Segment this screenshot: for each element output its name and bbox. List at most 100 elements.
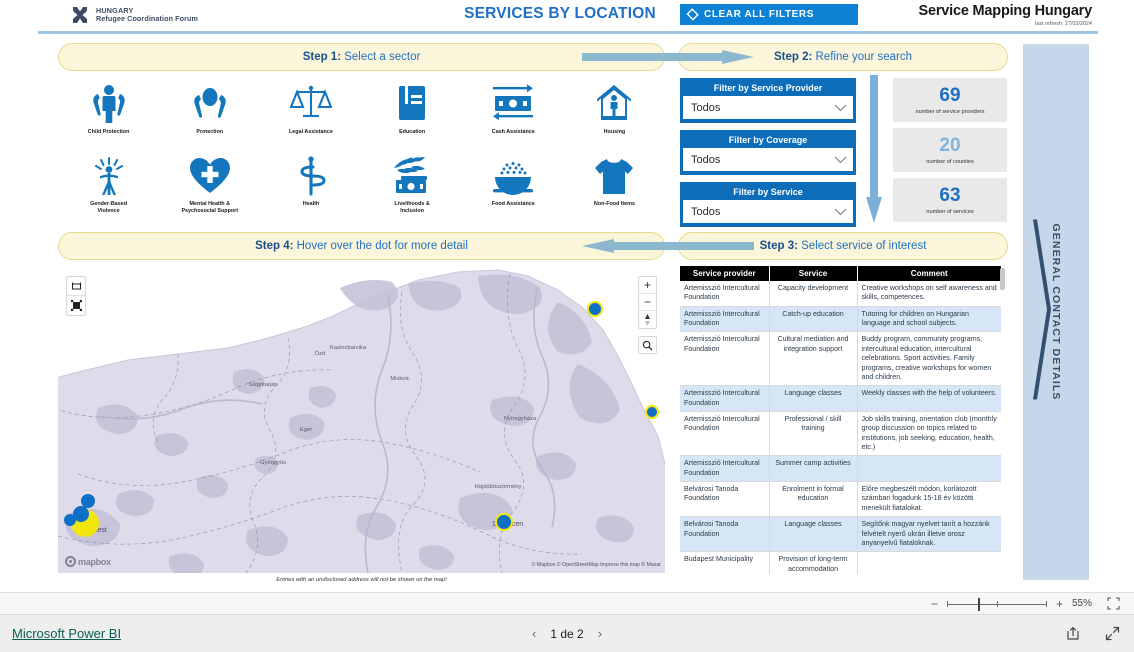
eraser-icon	[680, 7, 704, 22]
sector-label: Gender-Based Violence	[90, 201, 128, 214]
sector-label: Livelihoods & Inclusion	[394, 201, 430, 214]
map-marker-dot[interactable]	[64, 514, 76, 526]
sector-label: Housing	[603, 129, 626, 135]
livelihoods-icon	[394, 157, 428, 193]
cell-provider: Artemisszió Intercultural Foundation	[680, 331, 770, 387]
sector-gender-based-violence[interactable]: Gender-Based Violence	[58, 154, 159, 228]
table-header-row: Service provider Service Comment	[680, 266, 1001, 281]
table-scrollbar-thumb[interactable]	[1000, 268, 1005, 290]
zoom-in-button[interactable]: +	[1056, 598, 1063, 610]
map-marker-dot[interactable]	[647, 407, 657, 417]
map-search-button[interactable]	[638, 336, 657, 354]
table-row[interactable]: Artemisszió Intercultural Foundation Cul…	[680, 331, 1001, 387]
column-header-service[interactable]: Service	[769, 266, 858, 281]
map-pan-tool-button[interactable]	[67, 277, 85, 296]
filter-service-dropdown[interactable]: Todos	[683, 200, 853, 223]
education-icon	[399, 86, 426, 120]
table-row[interactable]: Artemisszió Intercultural Foundation Cat…	[680, 306, 1001, 333]
zoom-slider-thumb[interactable]	[977, 597, 980, 611]
services-table[interactable]: Service provider Service Comment Artemis…	[680, 266, 1008, 574]
cell-comment	[857, 455, 1001, 483]
table-row[interactable]: Belvárosi Tanoda Foundation Language cla…	[680, 516, 1001, 553]
sector-legal-assistance[interactable]: Legal Assistance	[260, 80, 361, 154]
service-location-map[interactable]: Salgótarján Kazincbarcika Ózd Miskolc Eg…	[58, 268, 665, 573]
table-row[interactable]: Artemisszió Intercultural Foundation Sum…	[680, 455, 1001, 483]
filter-coverage-dropdown[interactable]: Todos	[683, 148, 853, 171]
report-canvas: HUNGARY Refugee Coordination Forum SERVI…	[0, 0, 1134, 592]
cell-comment	[857, 551, 1001, 574]
power-bi-brand-link[interactable]: Microsoft Power BI	[12, 626, 121, 641]
zoom-slider-tick	[996, 600, 998, 607]
cell-service: Capacity development	[769, 281, 858, 307]
sector-cash-assistance[interactable]: Cash Assistance	[463, 80, 564, 154]
chevron-down-icon	[834, 151, 847, 169]
cell-provider: Artemisszió Intercultural Foundation	[680, 411, 770, 457]
clear-all-filters-button[interactable]: CLEAR ALL FILTERS	[680, 4, 858, 25]
child-protection-icon	[92, 85, 125, 123]
sector-housing[interactable]: Housing	[564, 80, 665, 154]
cash-assistance-icon	[493, 84, 534, 121]
sector-selector-grid: Child Protection Protection Legal Assist…	[58, 80, 665, 228]
next-page-button[interactable]: ›	[598, 626, 602, 641]
power-bi-report-viewer: HUNGARY Refugee Coordination Forum SERVI…	[0, 0, 1134, 652]
cell-provider: Artemisszió Intercultural Foundation	[680, 306, 770, 333]
map-city-label: Gyöngyös	[260, 460, 286, 466]
table-row[interactable]: Artemisszió Intercultural Foundation Lan…	[680, 385, 1001, 412]
fullscreen-button[interactable]	[1105, 626, 1120, 641]
sector-label: Child Protection	[87, 129, 130, 135]
column-header-service-provider[interactable]: Service provider	[680, 266, 770, 281]
sector-label: Protection	[196, 129, 224, 135]
sector-protection[interactable]: Protection	[159, 80, 260, 154]
table-row[interactable]: Budapest Municipality Provision of long-…	[680, 551, 1001, 574]
table-row[interactable]: Artemisszió Intercultural Foundation Cap…	[680, 281, 1001, 307]
sector-education[interactable]: Education	[362, 80, 463, 154]
legal-assistance-icon	[289, 85, 332, 118]
map-city-label: Eger	[300, 427, 312, 433]
sector-child-protection[interactable]: Child Protection	[58, 80, 159, 154]
sector-non-food-items[interactable]: Non-Food Items	[564, 154, 665, 228]
kpi-services: 63 number of services	[893, 178, 1007, 222]
step-4-text: Hover over the dot for more detail	[293, 240, 468, 252]
zoom-slider[interactable]	[946, 597, 1047, 611]
chevron-down-icon	[834, 203, 847, 221]
sector-label: Legal Assistance	[289, 129, 333, 135]
sector-food-assistance[interactable]: Food Assistance	[463, 154, 564, 228]
cell-service: Professional / skill training	[769, 411, 858, 457]
cell-comment: Creative workshops on self awareness and…	[857, 281, 1001, 307]
arrow-step2-to-step3-icon	[866, 75, 882, 223]
map-zoom-controls: + −	[638, 276, 657, 329]
map-marker-dot[interactable]	[589, 303, 601, 315]
zoom-out-button[interactable]: −	[931, 598, 938, 610]
map-zoom-out-button[interactable]: −	[639, 294, 656, 311]
protection-icon	[194, 88, 226, 118]
map-attribution[interactable]: © Mapbox © OpenStreetMap Improve this ma…	[532, 562, 661, 568]
filter-service: Filter by Service Todos	[680, 182, 856, 227]
filter-service-provider-dropdown[interactable]: Todos	[683, 96, 853, 119]
cell-comment: Weekly classes with the help of voluntee…	[857, 385, 1001, 412]
mapbox-logo[interactable]: mapbox	[65, 556, 111, 567]
map-marker-dot[interactable]	[497, 515, 511, 529]
map-compass-button[interactable]	[639, 311, 656, 328]
sector-health[interactable]: Health	[260, 154, 361, 228]
step-2-bold: Step 2:	[773, 51, 813, 63]
general-contact-details-label: GENERAL CONTACT DETAILS	[1050, 223, 1062, 401]
step-1-text: Select a sector	[341, 51, 421, 63]
column-header-comment[interactable]: Comment	[857, 266, 1001, 281]
map-marker-dot[interactable]	[81, 494, 95, 508]
map-zoom-in-button[interactable]: +	[639, 277, 656, 294]
page-title: SERVICES BY LOCATION	[464, 5, 656, 22]
previous-page-button[interactable]: ‹	[532, 626, 536, 641]
table-row[interactable]: Artemisszió Intercultural Foundation Pro…	[680, 411, 1001, 457]
table-row[interactable]: Belvárosi Tanoda Foundation Enrolment in…	[680, 481, 1001, 518]
sector-livelihoods-inclusion[interactable]: Livelihoods & Inclusion	[362, 154, 463, 228]
table-scrollbar[interactable]	[1000, 268, 1005, 574]
map-select-tool-button[interactable]	[67, 296, 85, 315]
fit-to-page-button[interactable]	[1107, 597, 1120, 610]
map-city-label: Ózd	[315, 350, 326, 357]
organization-logo: HUNGARY Refugee Coordination Forum	[70, 5, 198, 25]
general-contact-details-panel[interactable]: GENERAL CONTACT DETAILS	[1023, 44, 1089, 580]
share-button[interactable]	[1066, 626, 1081, 641]
sector-label: Mental Health & Psychosocial Support	[181, 201, 239, 214]
sector-mental-health[interactable]: Mental Health & Psychosocial Support	[159, 154, 260, 228]
arrow-step1-to-step2-icon	[582, 50, 754, 64]
